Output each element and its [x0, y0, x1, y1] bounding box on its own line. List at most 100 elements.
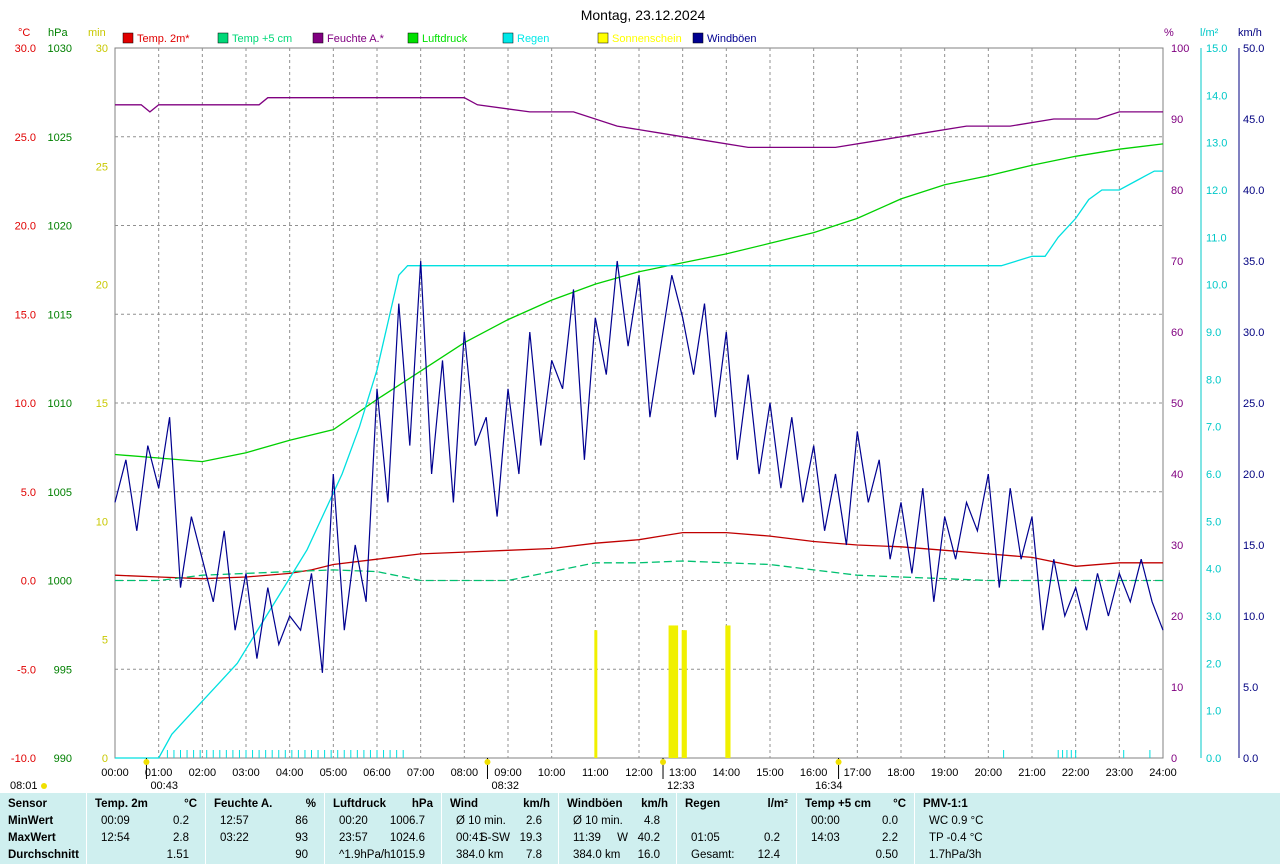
- axis-tick-wind: 20.0: [1243, 469, 1264, 481]
- sunshine-bar: [594, 630, 598, 758]
- stats-col: Luftdruck hPa 00:20 1006.7 23:57 1024.6 ^1.9hP…: [324, 793, 441, 864]
- axis-tick-temp: 10.0: [15, 398, 36, 410]
- weather-chart: Montag, 23.12.2024 Temp. 2m* Temp +5 cm Fe…: [10, 7, 1264, 792]
- axis-tick-pressure: 1020: [48, 221, 72, 233]
- stats-value: 0.2: [764, 832, 780, 844]
- legend-swatch: [407, 32, 419, 44]
- axis-unit-temp: °C: [18, 27, 30, 39]
- axis-tick-rain: 9.0: [1206, 327, 1221, 339]
- stats-col: Temp. 2m °C 00:09 0.2 12:54 2.8 1.51: [86, 793, 205, 864]
- stats-unit: %: [305, 798, 316, 810]
- stats-unit: °C: [184, 798, 197, 810]
- axis-tick-x: 13:00: [669, 767, 697, 779]
- axis-tick-wind: 10.0: [1243, 611, 1264, 623]
- legend-label: Feuchte A.*: [327, 33, 385, 45]
- axis-tick-rain: 7.0: [1206, 422, 1221, 434]
- axis-tick-temp: 5.0: [21, 487, 36, 499]
- stats-header: Sensor: [8, 798, 47, 810]
- axis-tick-rain: 5.0: [1206, 516, 1221, 528]
- grid: [114, 47, 1164, 759]
- axis-tick-rain: 8.0: [1206, 374, 1221, 386]
- stats-col: PMV-1:1 WC 0.9 °C TP -0.4 °C 1.7hPa/3h: [914, 793, 1035, 864]
- stats-row-label: Durchschnitt: [8, 849, 79, 861]
- marker-label: 12:33: [667, 780, 695, 792]
- axis-tick-x: 02:00: [189, 767, 217, 779]
- stats-col: Temp +5 cm °C 00:00 0.0 14:03 2.2 0.50: [796, 793, 914, 864]
- axis-tick-sun: 0: [102, 753, 108, 765]
- axis-tick-pressure: 1010: [48, 398, 72, 410]
- axis-tick-humidity: 70: [1171, 256, 1183, 268]
- axis-tick-pressure: 1025: [48, 132, 72, 144]
- axis-tick-x: 23:00: [1106, 767, 1134, 779]
- axis-tick-x: 20:00: [975, 767, 1003, 779]
- axis-unit-humidity: %: [1164, 27, 1174, 39]
- axis-tick-sun: 25: [96, 161, 108, 173]
- axis-tick-x: 14:00: [713, 767, 741, 779]
- axis-tick-x: 07:00: [407, 767, 435, 779]
- axis-tick-rain: 12.0: [1206, 185, 1227, 197]
- stats-value: 7.8: [526, 849, 542, 861]
- axis-tick-temp: 0.0: [21, 576, 36, 588]
- axis-tick-pressure: 990: [54, 753, 72, 765]
- stats-col: Feuchte A.% 12:57 86 03:22 93 90: [205, 793, 324, 864]
- axis-tick-humidity: 10: [1171, 682, 1183, 694]
- stats-time: 1.7hPa/3h: [929, 849, 982, 861]
- axis-tick-rain: 13.0: [1206, 138, 1227, 150]
- stats-value: 40.2: [637, 832, 660, 844]
- axis-unit-pressure: hPa: [48, 27, 68, 39]
- axis-tick-humidity: 50: [1171, 398, 1183, 410]
- sunshine-bar: [683, 630, 687, 758]
- axis-tick-temp: -5.0: [17, 664, 36, 676]
- stats-unit: km/h: [641, 798, 668, 810]
- axis-tick-humidity: 100: [1171, 43, 1189, 55]
- axis-tick-rain: 0.0: [1206, 753, 1221, 765]
- axis-tick-pressure: 1030: [48, 43, 72, 55]
- axis-tick-sun: 5: [102, 635, 108, 647]
- axis-tick-wind: 50.0: [1243, 43, 1264, 55]
- stats-value: 0.0: [882, 815, 898, 827]
- axis-unit-wind: km/h: [1238, 27, 1262, 39]
- axis-tick-wind: 25.0: [1243, 398, 1264, 410]
- legend-label: Windböen: [707, 33, 757, 45]
- axis-tick-temp: -10.0: [11, 753, 36, 765]
- legend-swatch: [122, 32, 134, 44]
- sunshine-bar: [675, 625, 679, 758]
- axis-tick-x: 10:00: [538, 767, 566, 779]
- axis-tick-x: 12:00: [625, 767, 653, 779]
- axis-tick-x: 17:00: [844, 767, 872, 779]
- axis-tick-x: 04:00: [276, 767, 304, 779]
- legend-label: Temp +5 cm: [232, 33, 292, 45]
- stats-value: 90: [295, 849, 308, 861]
- axis-tick-x: 21:00: [1018, 767, 1046, 779]
- stats-value: 86: [295, 815, 308, 827]
- legend: Temp. 2m* Temp +5 cm Feuchte A.* Luftdruck R…: [122, 32, 757, 45]
- axis-tick-x: 19:00: [931, 767, 959, 779]
- stats-value: 1015.9: [389, 849, 425, 861]
- stats-col: Regen l/m² 01:05 0.2 Gesamt: 12.4: [676, 793, 796, 864]
- axis-tick-humidity: 80: [1171, 185, 1183, 197]
- axis-tick-temp: 20.0: [15, 221, 36, 233]
- legend-swatch: [312, 32, 324, 44]
- axis-tick-rain: 1.0: [1206, 706, 1221, 718]
- legend-label: Regen: [517, 33, 549, 45]
- legend-swatch: [597, 32, 609, 44]
- axis-tick-x: 22:00: [1062, 767, 1090, 779]
- axis-tick-x: 09:00: [494, 767, 522, 779]
- axis-tick-humidity: 0: [1171, 753, 1177, 765]
- axis-tick-wind: 0.0: [1243, 753, 1258, 765]
- axis-tick-x: 03:00: [232, 767, 260, 779]
- stats-time: WC 0.9 °C: [929, 815, 984, 827]
- stats-unit: °C: [893, 798, 906, 810]
- axis-tick-humidity: 60: [1171, 327, 1183, 339]
- axis-tick-sun: 20: [96, 280, 108, 292]
- axis-tick-wind: 40.0: [1243, 185, 1264, 197]
- legend-swatch: [692, 32, 704, 44]
- axis-tick-rain: 14.0: [1206, 90, 1227, 102]
- axis-tick-sun: 10: [96, 516, 108, 528]
- stats-value: 2.6: [526, 815, 542, 827]
- stats-value: 1006.7: [389, 815, 425, 827]
- marker-sun-icon: [143, 759, 150, 765]
- axis-tick-x: 11:00: [582, 767, 609, 779]
- axis-tick-sun: 15: [96, 398, 108, 410]
- legend-swatch: [217, 32, 229, 44]
